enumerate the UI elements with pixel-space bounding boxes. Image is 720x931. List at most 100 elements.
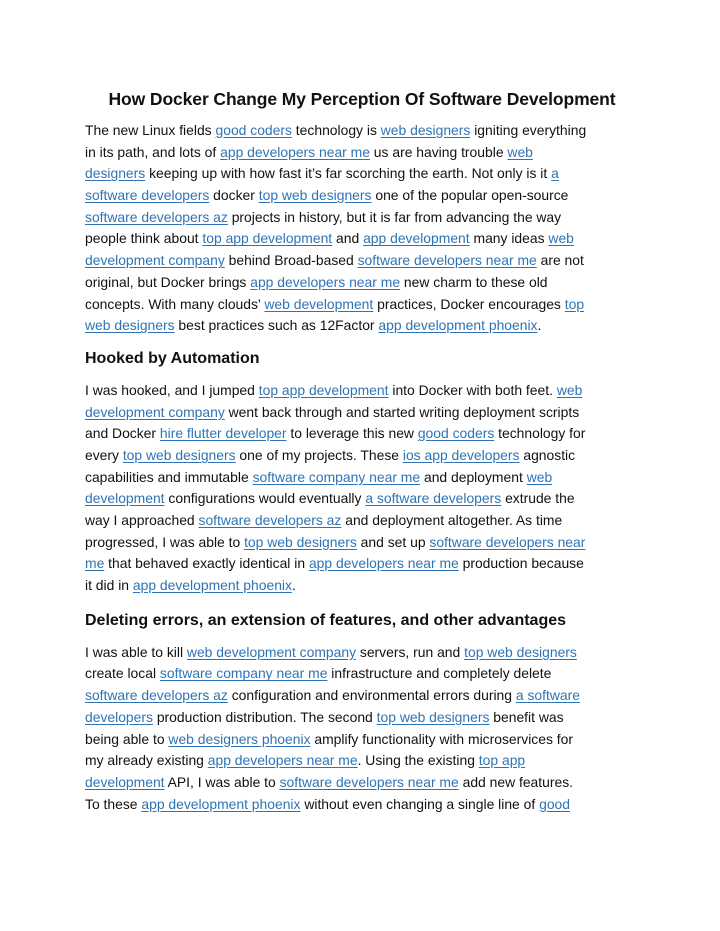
inline-link[interactable]: web designers <box>381 122 471 138</box>
body-text: to leverage this new <box>286 425 418 442</box>
document-title: How Docker Change My Perception Of Softw… <box>108 89 616 109</box>
inline-link[interactable]: top app <box>479 752 525 768</box>
inline-link[interactable]: software company near me <box>253 469 421 485</box>
body-text: configurations would eventually <box>164 490 366 507</box>
body-text: new charm to these old <box>400 273 548 290</box>
inline-link[interactable]: top web designers <box>464 644 577 660</box>
body-text: create local <box>85 665 160 682</box>
heading-deleting-errors: Deleting errors, an extension of feature… <box>85 611 567 629</box>
body-text: and Docker <box>85 425 160 442</box>
body-text: benefit was <box>489 708 564 725</box>
body-text: it did in <box>85 577 133 594</box>
text-line: in its path, and lots of app developers … <box>85 142 645 164</box>
text-line: development API, I was able to software … <box>85 772 645 794</box>
body-text: production distribution. The second <box>152 708 377 725</box>
body-text: add new features. <box>458 773 574 790</box>
body-text: went back through and started writing de… <box>224 403 580 420</box>
text-line: designers keeping up with how fast it’s … <box>85 163 645 185</box>
inline-link[interactable]: development <box>85 774 165 790</box>
body-text: in its path, and lots of <box>85 143 221 160</box>
inline-link[interactable]: software developers az <box>85 687 228 703</box>
document-page: How Docker Change My Perception Of Softw… <box>85 86 645 815</box>
body-text: and deployment <box>420 468 527 485</box>
body-text: . <box>537 317 542 334</box>
body-text: and <box>332 230 364 247</box>
body-text: extrude the <box>501 490 575 507</box>
inline-link[interactable]: software developers near <box>429 534 585 550</box>
inline-link[interactable]: app development <box>363 230 470 246</box>
inline-link[interactable]: web development company <box>187 644 356 660</box>
text-line: and Docker hire flutter developer to lev… <box>85 423 645 445</box>
text-line: progressed, I was able to top web design… <box>85 532 645 554</box>
inline-link[interactable]: app developers near me <box>309 555 459 571</box>
inline-link[interactable]: app development phoenix <box>378 317 537 333</box>
inline-link[interactable]: top web designers <box>123 447 236 463</box>
inline-link[interactable]: hire flutter developer <box>160 425 287 441</box>
text-line: it did in app development phoenix. <box>85 575 645 597</box>
inline-link[interactable]: web designers <box>85 317 175 333</box>
inline-link[interactable]: top web designers <box>259 187 372 203</box>
inline-link[interactable]: software developers near me <box>280 774 459 790</box>
body-text: concepts. With many clouds’ <box>85 295 265 312</box>
inline-link[interactable]: app developers near me <box>208 752 358 768</box>
text-line: The new Linux fields good coders technol… <box>85 120 645 142</box>
inline-link[interactable]: top app development <box>202 230 332 246</box>
inline-link[interactable]: web <box>548 230 573 246</box>
inline-link[interactable]: ios app developers <box>403 447 520 463</box>
inline-link[interactable]: designers <box>85 165 145 181</box>
body-text: best practices such as 12Factor <box>174 317 379 334</box>
inline-link[interactable]: software company near me <box>160 665 328 681</box>
inline-link[interactable]: software developers <box>85 187 209 203</box>
inline-link[interactable]: good <box>539 796 570 812</box>
inline-link[interactable]: a software <box>516 687 580 703</box>
inline-link[interactable]: good coders <box>418 425 494 441</box>
inline-link[interactable]: app development phoenix <box>141 796 300 812</box>
inline-link[interactable]: development company <box>85 252 225 268</box>
inline-link[interactable]: top web designers <box>244 534 357 550</box>
inline-link[interactable]: good coders <box>216 122 292 138</box>
inline-link[interactable]: web <box>557 382 582 398</box>
body-text: way I approached <box>85 512 199 528</box>
body-text: one of the popular open-source <box>371 187 569 204</box>
inline-link[interactable]: top app development <box>259 382 389 398</box>
text-line: software developers az configuration and… <box>85 685 645 707</box>
inline-link[interactable]: top <box>565 296 584 312</box>
body-text: original, but Docker brings <box>85 273 251 290</box>
inline-link[interactable]: software developers az <box>199 512 342 528</box>
inline-link[interactable]: app development phoenix <box>133 577 292 593</box>
body-text: API, I was able to <box>164 773 280 790</box>
inline-link[interactable]: web <box>507 144 532 160</box>
body-text: capabilities and immutable <box>85 468 253 485</box>
inline-link[interactable]: me <box>85 555 104 571</box>
inline-link[interactable]: app developers near me <box>250 274 400 290</box>
inline-link[interactable]: web <box>527 469 552 485</box>
text-line: web designers best practices such as 12F… <box>85 315 645 337</box>
text-line: every top web designers one of my projec… <box>85 445 645 467</box>
inline-link[interactable]: software developers near me <box>358 252 537 268</box>
inline-link[interactable]: web designers phoenix <box>168 731 310 747</box>
inline-link[interactable]: software developers az <box>85 209 228 225</box>
inline-link[interactable]: web development <box>264 296 373 312</box>
body-text: one of my projects. These <box>235 446 403 463</box>
inline-link[interactable]: a <box>551 165 559 181</box>
body-text: behind Broad-based <box>224 252 358 269</box>
body-text: into Docker with both feet. <box>388 381 557 398</box>
body-text: are not <box>536 252 584 269</box>
paragraph-intro: The new Linux fields good coders technol… <box>85 120 645 337</box>
inline-link[interactable]: development company <box>85 404 225 420</box>
body-text: progressed, I was able to <box>85 533 245 550</box>
inline-link[interactable]: development <box>85 490 165 506</box>
text-line: development configurations would eventua… <box>85 488 645 510</box>
body-text: servers, run and <box>356 643 465 660</box>
text-line: concepts. With many clouds’ web developm… <box>85 294 645 316</box>
text-line: software developers docker top web desig… <box>85 185 645 207</box>
text-line: development company went back through an… <box>85 402 645 424</box>
body-text: agnostic <box>519 446 576 463</box>
inline-link[interactable]: developers <box>85 709 153 725</box>
body-text: my already existing <box>85 752 208 769</box>
inline-link[interactable]: app developers near me <box>220 144 370 160</box>
inline-link[interactable]: top web designers <box>377 709 490 725</box>
body-text: and set up <box>356 533 430 550</box>
body-text: . Using the existing <box>357 752 479 769</box>
inline-link[interactable]: a software developers <box>365 490 501 506</box>
